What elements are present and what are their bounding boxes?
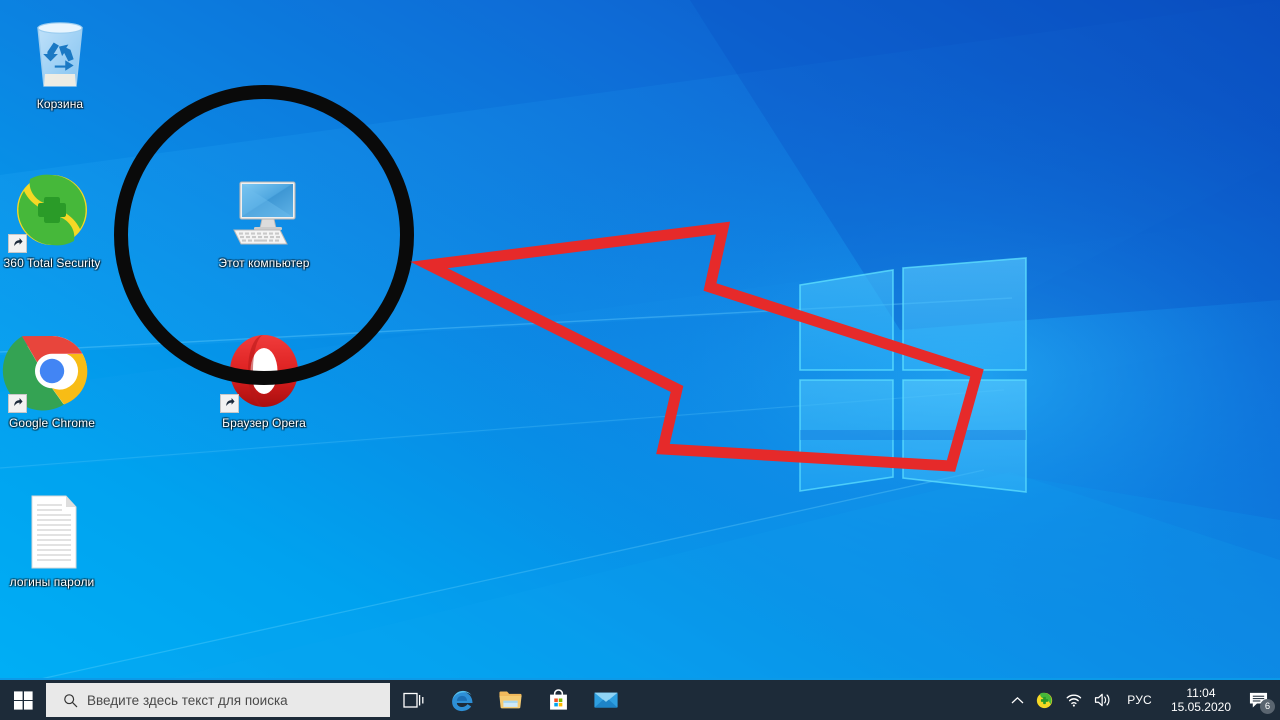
desktop-icon-label: Этот компьютер — [218, 256, 310, 270]
clock-date: 15.05.2020 — [1170, 700, 1231, 714]
desktop-icon-this-pc[interactable]: Этот компьютер — [212, 173, 316, 272]
windows-logo-icon — [13, 690, 33, 710]
task-view-icon — [403, 692, 424, 708]
clock[interactable]: 11:04 15.05.2020 — [1161, 686, 1241, 714]
taskbar[interactable]: Введите здесь текст для поиска РУС 11:04… — [0, 678, 1280, 720]
text-document-icon — [0, 492, 104, 572]
clock-time: 11:04 — [1186, 686, 1216, 700]
desktop-wallpaper — [0, 0, 1280, 720]
shortcut-arrow-badge — [220, 394, 239, 413]
system-tray[interactable]: РУС 11:04 15.05.2020 6 — [1005, 680, 1280, 720]
google-chrome-icon — [0, 333, 104, 413]
opera-icon — [212, 333, 316, 413]
microsoft-edge-button[interactable] — [438, 680, 486, 720]
desktop-icon-recycle-bin[interactable]: Корзина — [8, 14, 112, 113]
task-view-button[interactable] — [390, 680, 438, 720]
search-placeholder-text: Введите здесь текст для поиска — [87, 692, 288, 708]
mail-button[interactable] — [582, 680, 630, 720]
folder-icon — [498, 691, 522, 709]
speaker-icon — [1095, 693, 1110, 707]
desktop-icon-label: Google Chrome — [8, 416, 95, 430]
mail-icon — [594, 692, 618, 708]
360-total-security-tray-icon[interactable] — [1030, 680, 1059, 720]
shortcut-arrow-badge — [8, 394, 27, 413]
file-explorer-button[interactable] — [486, 680, 534, 720]
language-indicator[interactable]: РУС — [1118, 680, 1161, 720]
language-label: РУС — [1127, 693, 1152, 707]
desktop[interactable]: Корзина 360 Total Security Google Chrome… — [0, 0, 1280, 720]
recycle-bin-icon — [8, 14, 112, 94]
desktop-icon-google-chrome[interactable]: Google Chrome — [0, 333, 104, 432]
shortcut-arrow-badge — [8, 234, 27, 253]
360-total-security-icon — [0, 173, 104, 253]
notification-badge: 6 — [1260, 699, 1275, 714]
desktop-icon-logins-passwords[interactable]: логины пароли — [0, 492, 104, 591]
wifi-icon — [1066, 694, 1082, 707]
desktop-icon-label: логины пароли — [9, 575, 95, 589]
chevron-up-icon — [1011, 696, 1024, 703]
microsoft-store-button[interactable] — [534, 680, 582, 720]
edge-icon — [451, 690, 472, 711]
desktop-icon-label: 360 Total Security — [3, 256, 101, 270]
start-button[interactable] — [0, 680, 46, 720]
desktop-icon-label: Корзина — [36, 97, 84, 111]
search-icon — [64, 693, 78, 707]
microsoft-store-icon — [549, 689, 567, 710]
desktop-icon-opera-browser[interactable]: Браузер Opera — [212, 333, 316, 432]
desktop-icon-label: Браузер Opera — [222, 416, 306, 430]
desktop-icon-360-total-security[interactable]: 360 Total Security — [0, 173, 104, 272]
notification-center-button[interactable]: 6 — [1241, 680, 1278, 720]
show-hidden-icons-button[interactable] — [1005, 680, 1030, 720]
this-pc-icon — [212, 173, 316, 253]
search-input[interactable]: Введите здесь текст для поиска — [46, 683, 390, 717]
360-icon — [1037, 692, 1053, 708]
wifi-tray-icon[interactable] — [1059, 680, 1088, 720]
volume-tray-icon[interactable] — [1088, 680, 1118, 720]
